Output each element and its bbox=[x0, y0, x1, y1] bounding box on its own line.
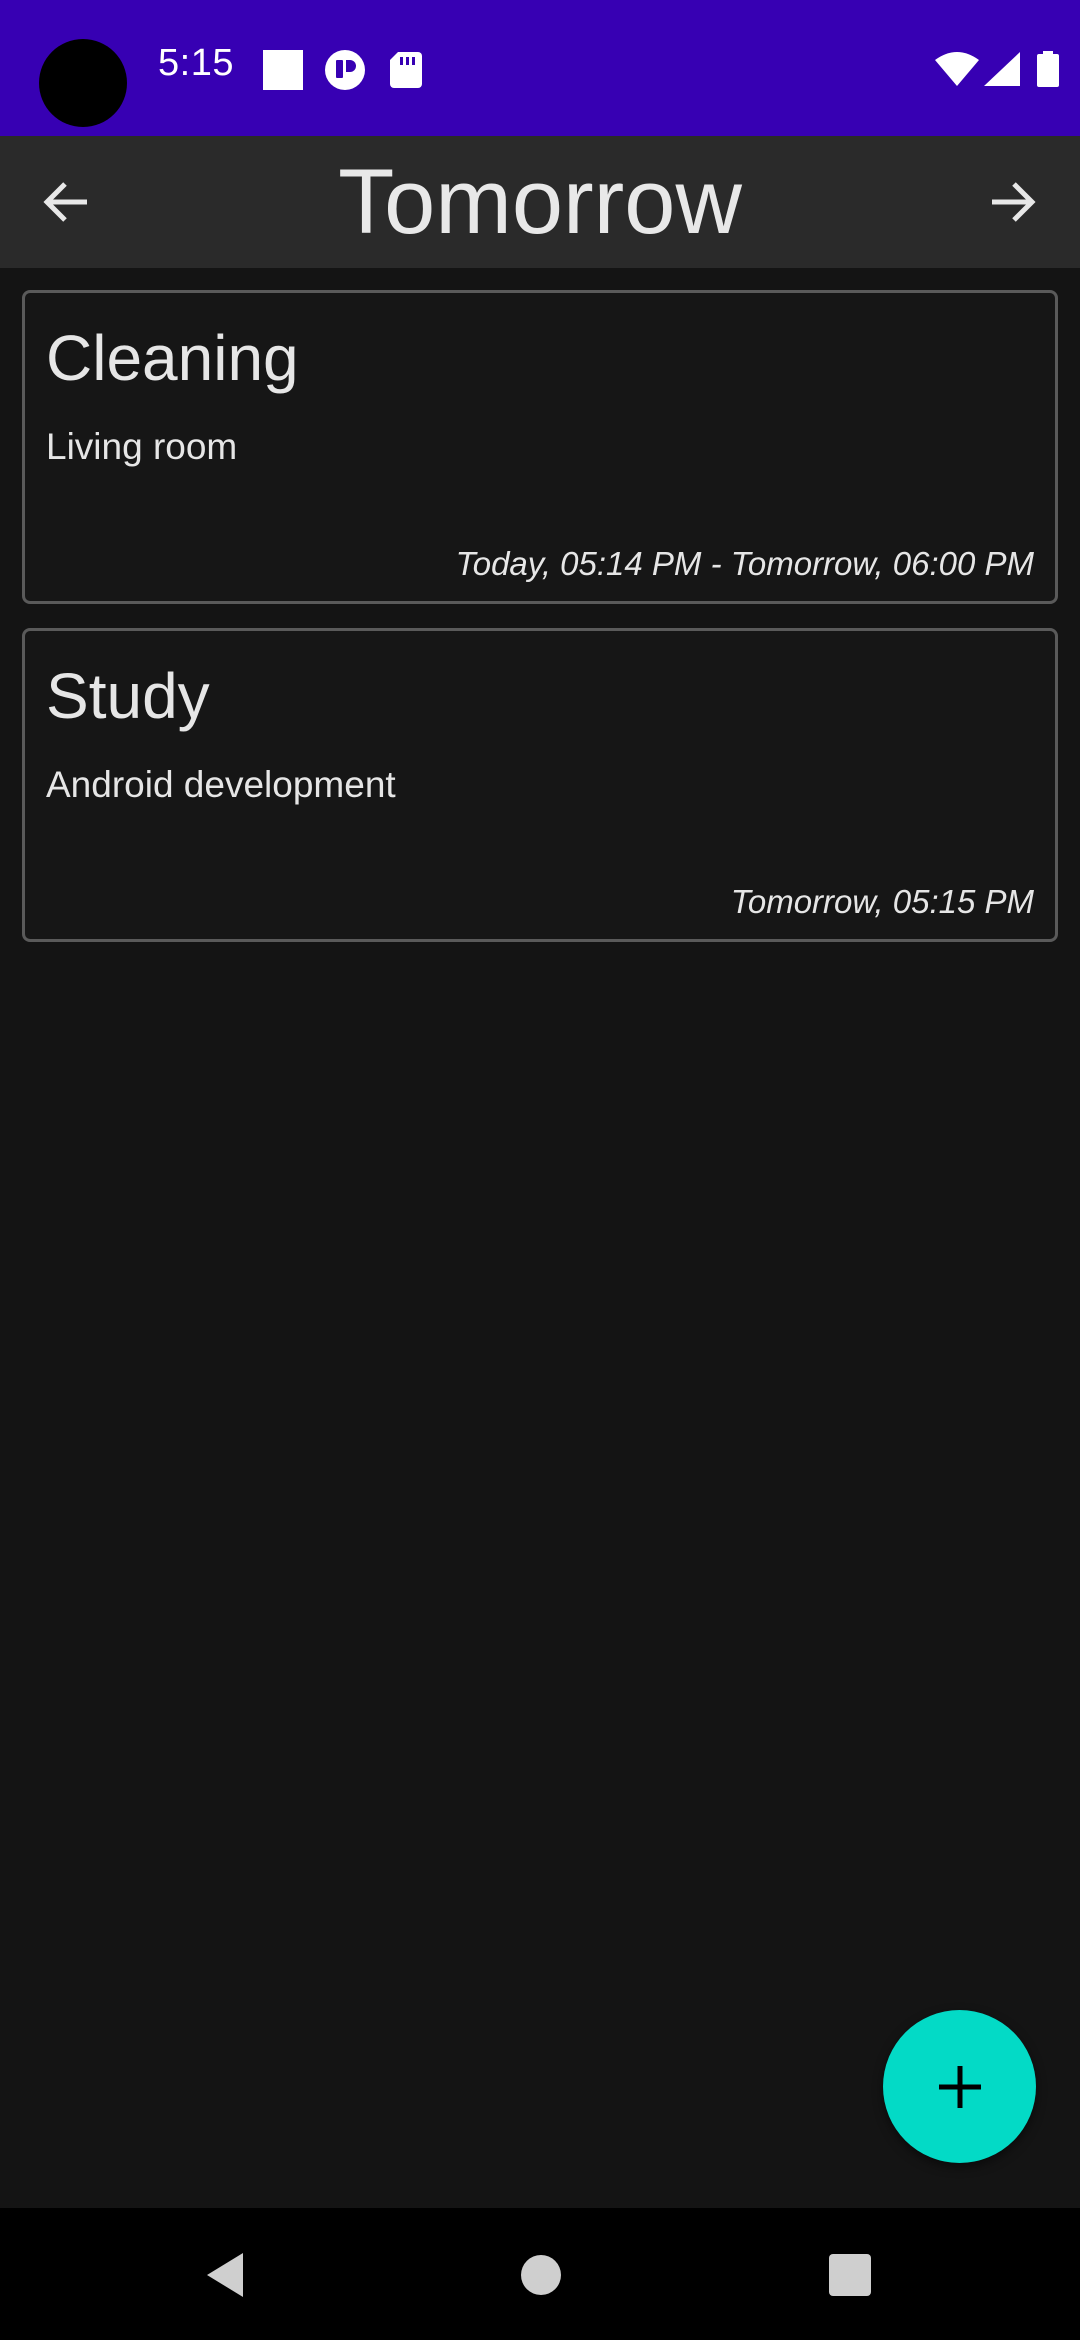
recents-square-icon bbox=[829, 2254, 871, 2296]
system-back-button[interactable] bbox=[198, 2248, 252, 2302]
battery-icon bbox=[1037, 51, 1059, 87]
task-time: Today, 05:14 PM - Tomorrow, 06:00 PM bbox=[455, 545, 1034, 582]
back-triangle-icon bbox=[207, 2253, 243, 2297]
home-circle-icon bbox=[521, 2255, 561, 2295]
circle-notification-icon bbox=[325, 50, 365, 90]
sd-card-icon bbox=[390, 52, 422, 88]
system-nav-bar bbox=[0, 2208, 1080, 2340]
cell-signal-icon bbox=[984, 52, 1020, 86]
task-subtitle: Android development bbox=[46, 764, 396, 805]
task-list: Cleaning Living room Today, 05:14 PM - T… bbox=[22, 290, 1058, 966]
task-subtitle: Living room bbox=[46, 426, 238, 467]
arrow-left-icon bbox=[43, 182, 87, 222]
status-bar: 5:15 bbox=[0, 0, 1080, 136]
task-card[interactable]: Cleaning Living room Today, 05:14 PM - T… bbox=[22, 290, 1058, 604]
task-title: Study bbox=[46, 660, 210, 732]
status-time: 5:15 bbox=[158, 42, 234, 84]
task-time: Tomorrow, 05:15 PM bbox=[730, 883, 1034, 920]
next-day-button[interactable] bbox=[980, 169, 1046, 235]
system-recents-button[interactable] bbox=[823, 2248, 877, 2302]
plus-icon bbox=[938, 2065, 981, 2108]
wifi-icon bbox=[935, 52, 979, 86]
task-card[interactable]: Study Android development Tomorrow, 05:1… bbox=[22, 628, 1058, 942]
task-title: Cleaning bbox=[46, 322, 299, 394]
top-app-bar bbox=[0, 136, 1080, 268]
add-task-button[interactable] bbox=[883, 2010, 1036, 2163]
square-notification-icon bbox=[263, 50, 303, 90]
camera-cutout bbox=[39, 39, 127, 127]
system-home-button[interactable] bbox=[514, 2248, 568, 2302]
arrow-right-icon bbox=[992, 182, 1036, 222]
previous-day-button[interactable] bbox=[33, 169, 99, 235]
